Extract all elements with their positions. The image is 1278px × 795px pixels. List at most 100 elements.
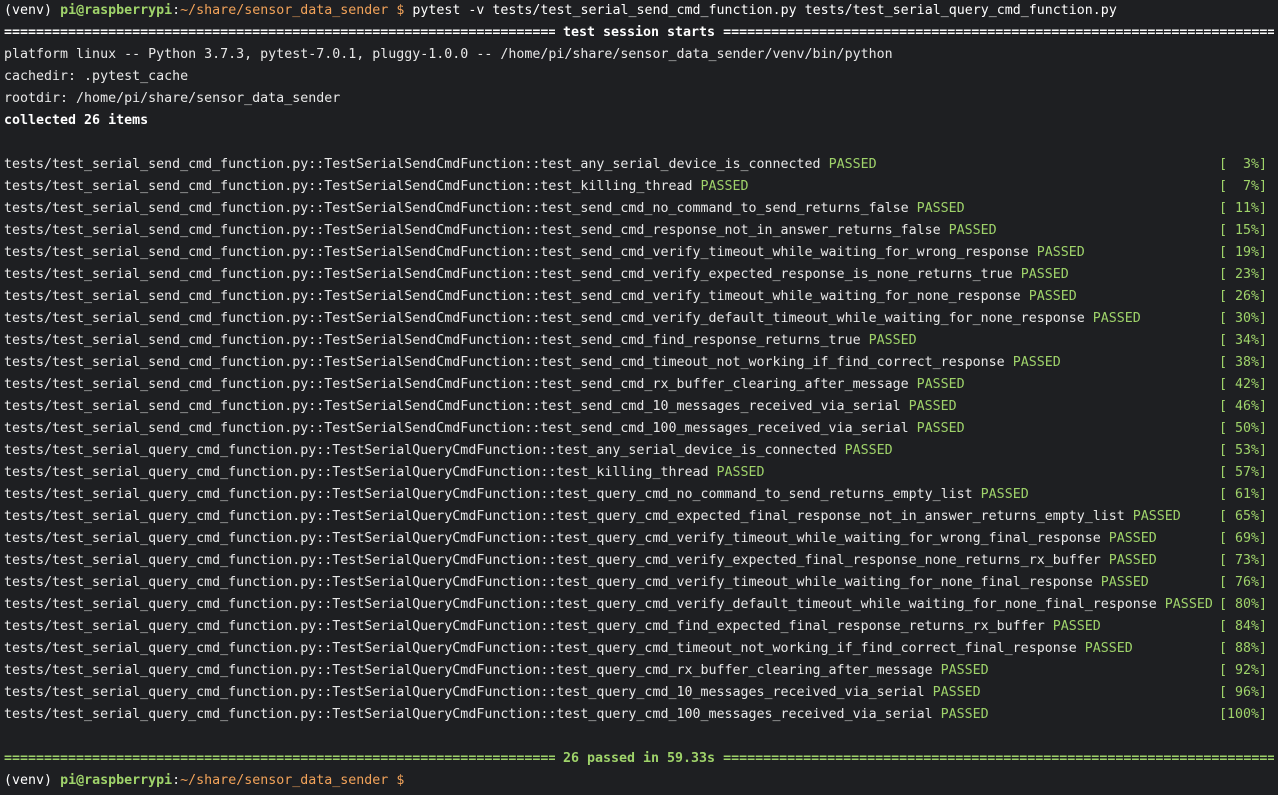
test-status-passed: PASSED xyxy=(1020,267,1069,282)
separator-rule-left: ========================================… xyxy=(4,25,555,40)
test-progress: [100%] xyxy=(1218,707,1267,722)
separator-rule-right: ========================================… xyxy=(723,25,1274,40)
test-progress: [ 26%] xyxy=(1218,289,1267,304)
summary-text: 26 passed in 59.33s xyxy=(554,751,724,766)
results-list: tests/test_serial_send_cmd_function.py::… xyxy=(4,154,1274,726)
test-status-passed: PASSED xyxy=(980,487,1029,502)
prompt-colon: : xyxy=(172,773,181,788)
test-result-row: tests/test_serial_send_cmd_function.py::… xyxy=(4,308,1274,330)
test-id: tests/test_serial_send_cmd_function.py::… xyxy=(4,355,1005,370)
separator-rule-left: ========================================… xyxy=(4,751,555,766)
test-progress: [ 38%] xyxy=(1218,355,1267,370)
test-id: tests/test_serial_query_cmd_function.py:… xyxy=(4,487,973,502)
rootdir-line: rootdir: /home/pi/share/sensor_data_send… xyxy=(4,91,341,106)
test-result-row: tests/test_serial_query_cmd_function.py:… xyxy=(4,550,1274,572)
prompt-symbol: $ xyxy=(396,773,405,788)
test-id: tests/test_serial_send_cmd_function.py::… xyxy=(4,267,1013,282)
test-result-row: tests/test_serial_send_cmd_function.py::… xyxy=(4,176,1274,198)
test-id: tests/test_serial_query_cmd_function.py:… xyxy=(4,465,709,480)
test-status-passed: PASSED xyxy=(1052,619,1101,634)
test-id: tests/test_serial_query_cmd_function.py:… xyxy=(4,685,925,700)
test-progress: [ 11%] xyxy=(1218,201,1267,216)
test-progress: [ 96%] xyxy=(1218,685,1267,700)
test-id: tests/test_serial_query_cmd_function.py:… xyxy=(4,443,837,458)
test-status-passed: PASSED xyxy=(1092,311,1141,326)
test-progress: [ 53%] xyxy=(1218,443,1267,458)
test-progress: [ 19%] xyxy=(1218,245,1267,260)
platform-line: platform linux -- Python 3.7.3, pytest-7… xyxy=(4,47,893,62)
test-status-passed: PASSED xyxy=(1108,531,1157,546)
command-line: (venv) pi@raspberrypi:~/share/sensor_dat… xyxy=(4,0,1274,22)
test-result-row: tests/test_serial_send_cmd_function.py::… xyxy=(4,242,1274,264)
test-progress: [ 57%] xyxy=(1218,465,1267,480)
test-progress: [ 34%] xyxy=(1218,333,1267,348)
test-status-passed: PASSED xyxy=(1028,289,1077,304)
test-progress: [ 92%] xyxy=(1218,663,1267,678)
test-progress: [ 88%] xyxy=(1218,641,1267,656)
test-status-passed: PASSED xyxy=(844,443,893,458)
test-result-row: tests/test_serial_send_cmd_function.py::… xyxy=(4,374,1274,396)
test-id: tests/test_serial_query_cmd_function.py:… xyxy=(4,509,1125,524)
terminal-window[interactable]: (venv) pi@raspberrypi:~/share/sensor_dat… xyxy=(0,0,1278,795)
test-status-passed: PASSED xyxy=(916,421,965,436)
test-status-passed: PASSED xyxy=(1108,553,1157,568)
test-result-row: tests/test_serial_query_cmd_function.py:… xyxy=(4,440,1274,462)
cachedir-line: cachedir: .pytest_cache xyxy=(4,69,189,84)
test-result-row: tests/test_serial_query_cmd_function.py:… xyxy=(4,638,1274,660)
test-status-passed: PASSED xyxy=(1100,575,1149,590)
test-id: tests/test_serial_send_cmd_function.py::… xyxy=(4,289,1021,304)
test-id: tests/test_serial_send_cmd_function.py::… xyxy=(4,333,861,348)
test-result-row: tests/test_serial_query_cmd_function.py:… xyxy=(4,660,1274,682)
test-result-row: tests/test_serial_query_cmd_function.py:… xyxy=(4,704,1274,726)
test-id: tests/test_serial_send_cmd_function.py::… xyxy=(4,399,901,414)
test-progress: [ 42%] xyxy=(1218,377,1267,392)
test-progress: [ 80%] xyxy=(1218,597,1267,612)
test-id: tests/test_serial_query_cmd_function.py:… xyxy=(4,575,1093,590)
test-progress: [ 69%] xyxy=(1218,531,1267,546)
test-id: tests/test_serial_query_cmd_function.py:… xyxy=(4,531,1101,546)
test-id: tests/test_serial_send_cmd_function.py::… xyxy=(4,311,1085,326)
test-result-row: tests/test_serial_send_cmd_function.py::… xyxy=(4,286,1274,308)
test-result-row: tests/test_serial_query_cmd_function.py:… xyxy=(4,572,1274,594)
test-result-row: tests/test_serial_send_cmd_function.py::… xyxy=(4,330,1274,352)
test-status-passed: PASSED xyxy=(1164,597,1213,612)
test-result-row: tests/test_serial_send_cmd_function.py::… xyxy=(4,264,1274,286)
test-result-row: tests/test_serial_query_cmd_function.py:… xyxy=(4,484,1274,506)
test-status-passed: PASSED xyxy=(916,377,965,392)
test-status-passed: PASSED xyxy=(716,465,765,480)
test-progress: [ 84%] xyxy=(1218,619,1267,634)
test-status-passed: PASSED xyxy=(1036,245,1085,260)
test-result-row: tests/test_serial_send_cmd_function.py::… xyxy=(4,352,1274,374)
prompt-user-host: pi@raspberrypi xyxy=(60,3,173,18)
test-result-row: tests/test_serial_send_cmd_function.py::… xyxy=(4,220,1274,242)
test-status-passed: PASSED xyxy=(916,201,965,216)
separator-rule-right: ========================================… xyxy=(723,751,1274,766)
final-prompt-line[interactable]: (venv) pi@raspberrypi:~/share/sensor_dat… xyxy=(4,770,1274,792)
test-result-row: tests/test_serial_query_cmd_function.py:… xyxy=(4,594,1274,616)
test-progress: [ 30%] xyxy=(1218,311,1267,326)
test-id: tests/test_serial_send_cmd_function.py::… xyxy=(4,157,821,172)
test-id: tests/test_serial_send_cmd_function.py::… xyxy=(4,377,909,392)
test-progress: [ 50%] xyxy=(1218,421,1267,436)
prompt-user-host: pi@raspberrypi xyxy=(60,773,173,788)
test-status-passed: PASSED xyxy=(1132,509,1181,524)
test-id: tests/test_serial_query_cmd_function.py:… xyxy=(4,641,1077,656)
venv-label: (venv) xyxy=(4,3,53,18)
test-status-passed: PASSED xyxy=(940,663,989,678)
prompt-path: ~/share/sensor_data_sender xyxy=(180,773,389,788)
test-result-row: tests/test_serial_send_cmd_function.py::… xyxy=(4,418,1274,440)
test-id: tests/test_serial_send_cmd_function.py::… xyxy=(4,245,1029,260)
test-status-passed: PASSED xyxy=(932,685,981,700)
test-result-row: tests/test_serial_query_cmd_function.py:… xyxy=(4,506,1274,528)
session-header-text: test session starts xyxy=(554,25,724,40)
test-id: tests/test_serial_query_cmd_function.py:… xyxy=(4,707,933,722)
test-result-row: tests/test_serial_send_cmd_function.py::… xyxy=(4,396,1274,418)
test-status-passed: PASSED xyxy=(868,333,917,348)
test-id: tests/test_serial_query_cmd_function.py:… xyxy=(4,619,1045,634)
test-result-row: tests/test_serial_query_cmd_function.py:… xyxy=(4,462,1274,484)
prompt-symbol: $ xyxy=(396,3,405,18)
prompt-colon: : xyxy=(172,3,181,18)
test-status-passed: PASSED xyxy=(1012,355,1061,370)
